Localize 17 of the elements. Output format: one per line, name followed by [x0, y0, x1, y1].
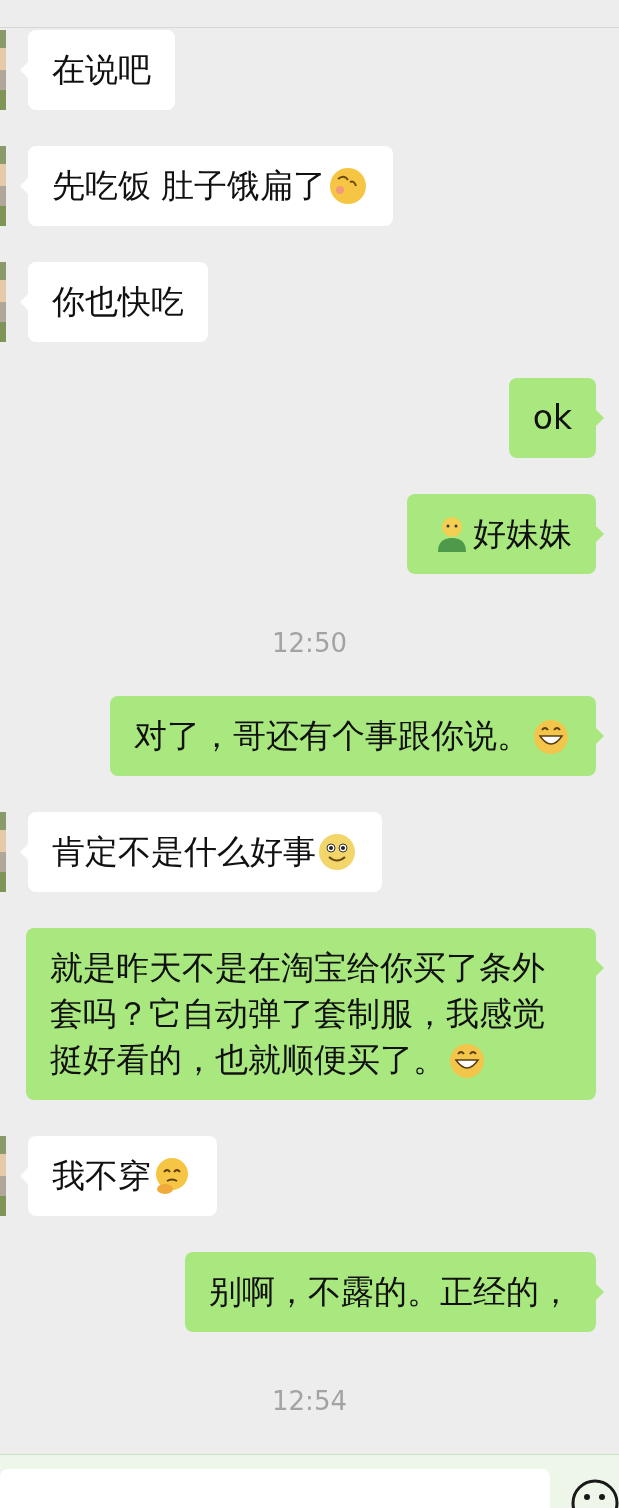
sleepy-face-icon [327, 166, 368, 206]
message-text: 我不穿 [52, 1155, 151, 1197]
timestamp: 12:50 [272, 628, 347, 658]
message-text: 先吃饭 肚子饿扁了 [52, 165, 327, 207]
message-text: 肯定不是什么好事 [52, 831, 316, 873]
message-text: 你也快吃 [52, 281, 184, 323]
message-text: 套吗？它自动弹了套制服，我感觉 [50, 993, 545, 1035]
message-text: ok [532, 397, 572, 439]
smiley-icon [317, 832, 357, 872]
message-text: 就是昨天不是在淘宝给你买了条外 [50, 947, 545, 989]
message-text: 别啊，不露的。正经的， [209, 1271, 572, 1313]
message-text: 对了，哥还有个事跟你说。 [134, 715, 530, 757]
message-text: 在说吧 [52, 49, 151, 91]
emoji-icon[interactable] [569, 1477, 619, 1508]
timestamp: 12:54 [272, 1386, 347, 1416]
message-text: 好妹妹 [473, 513, 572, 555]
message-text: 挺好看的，也就顺便买了。 [50, 1039, 446, 1081]
